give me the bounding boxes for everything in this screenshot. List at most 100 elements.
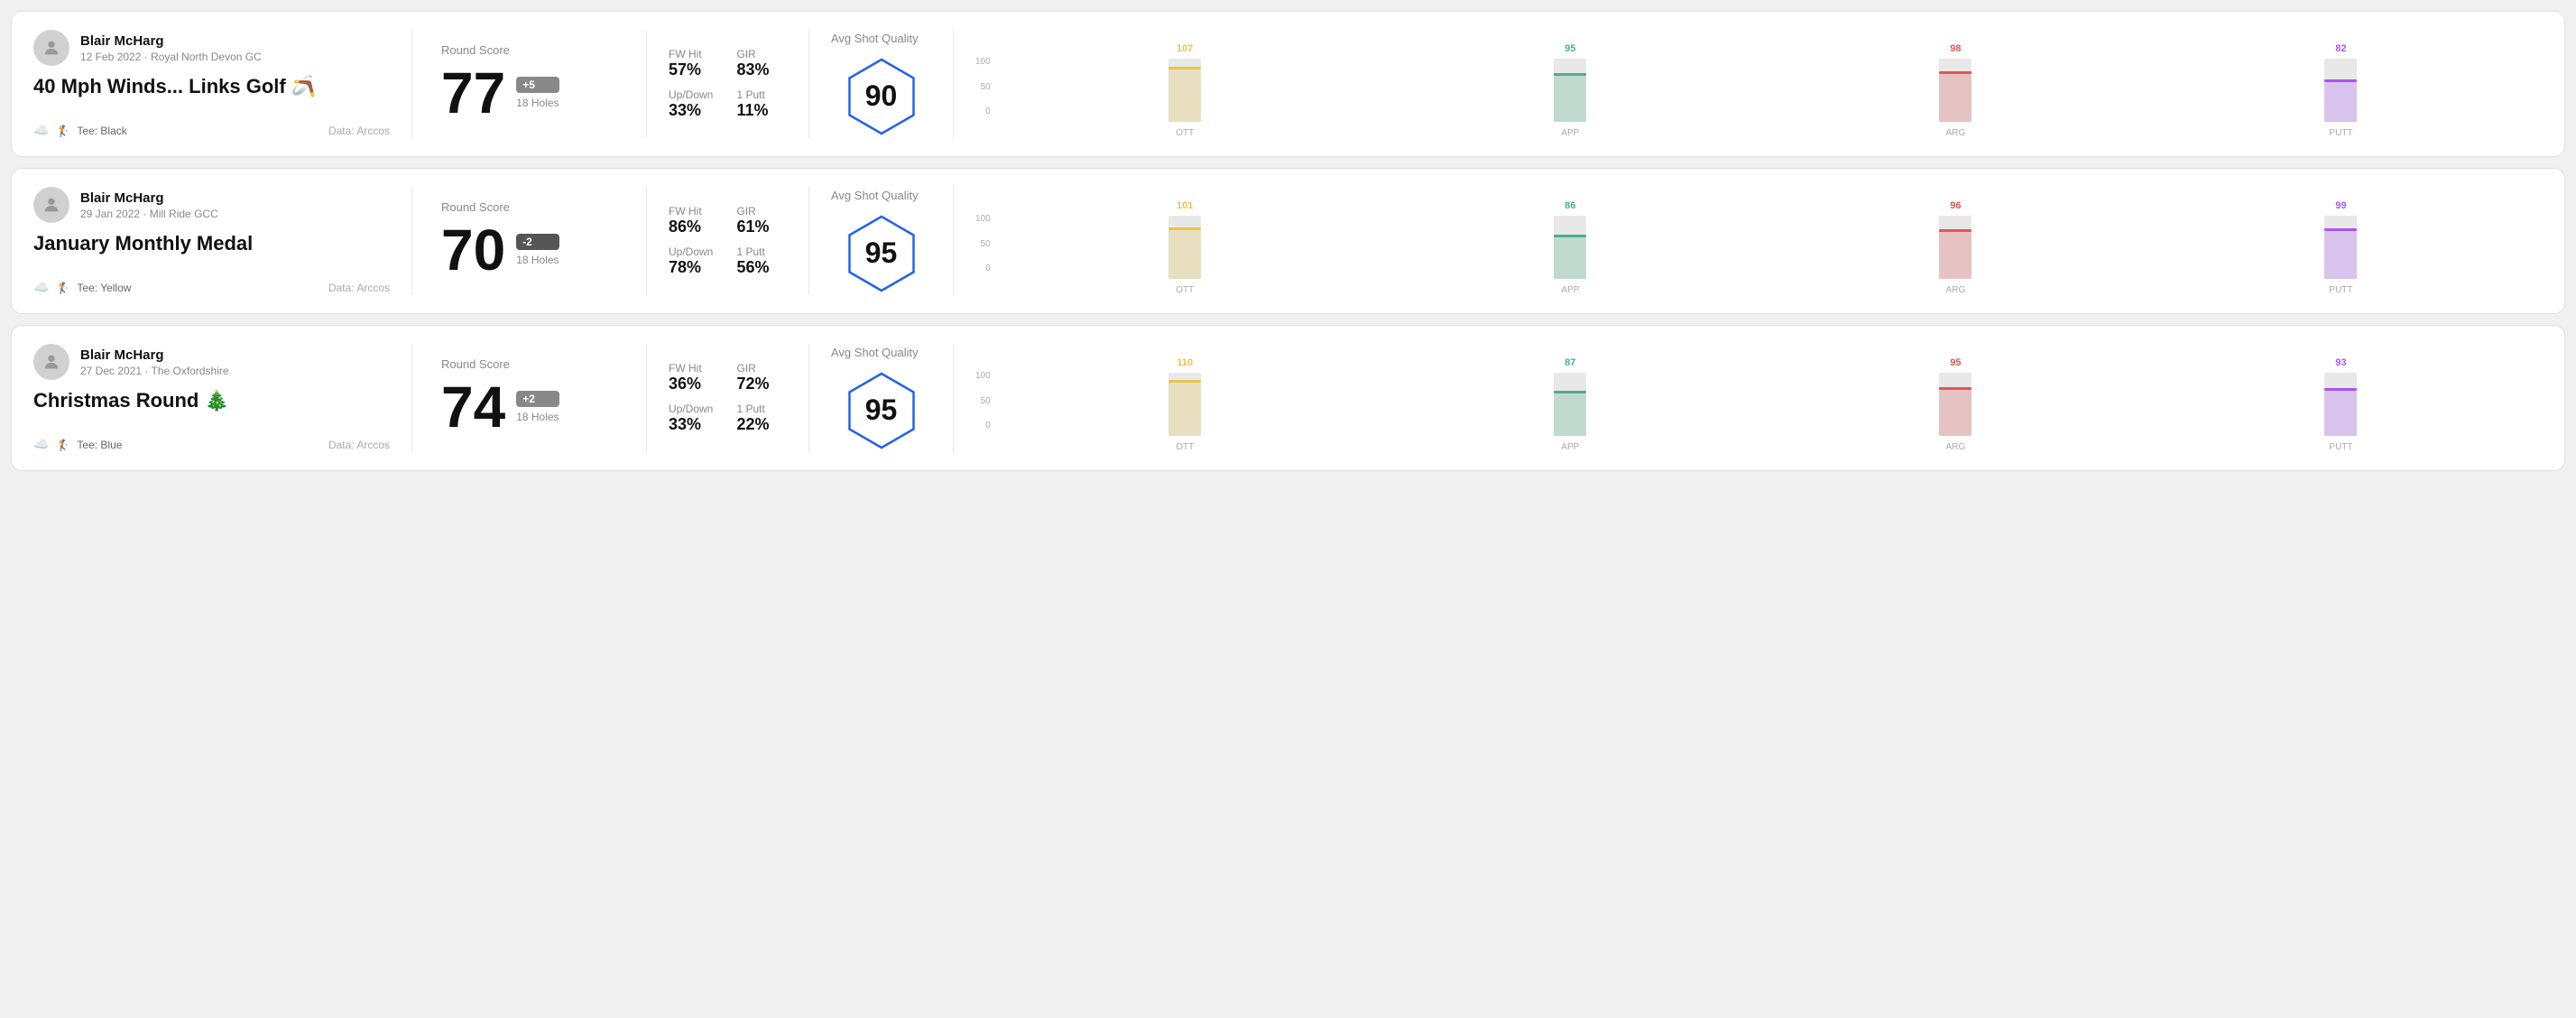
player-name: Blair McHarg (80, 347, 229, 363)
card-chart: 100 50 0 107 OTT 95 APP 98 (954, 30, 2543, 138)
updown-label: Up/Down (669, 88, 719, 101)
bar-value: 82 (2335, 43, 2346, 54)
tee-info: ☁️ 🏌️ Tee: Blue (33, 437, 122, 452)
stat-gir: GIR 72% (737, 362, 788, 393)
chart-y-axis: 100 50 0 (975, 57, 991, 138)
person-icon (42, 38, 61, 58)
card-stats: FW Hit 57% GIR 83% Up/Down 33% 1 Putt 11… (647, 30, 809, 138)
avatar (33, 187, 69, 223)
person-icon (42, 195, 61, 215)
bar-marker (2324, 79, 2357, 82)
stat-oneputt: 1 Putt 11% (737, 88, 788, 120)
bar-fill (1168, 383, 1201, 436)
chart-y-axis: 100 50 0 (975, 371, 991, 452)
card-left: Blair McHarg 12 Feb 2022 · Royal North D… (33, 30, 412, 138)
bar-marker (1554, 235, 1586, 237)
card-quality: Avg Shot Quality 90 (809, 30, 954, 138)
hexagon-wrapper: 95 (841, 370, 922, 451)
bars-wrapper: 107 OTT 95 APP 98 ARG 82 (991, 43, 2528, 138)
score-row: 70 -2 18 Holes (441, 221, 617, 279)
bar-x-label: PUTT (2329, 442, 2352, 452)
bag-icon: 🏌️ (56, 439, 69, 451)
oneputt-label: 1 Putt (737, 245, 788, 258)
quality-score: 95 (865, 393, 898, 427)
bar-value: 96 (1950, 200, 1961, 211)
person-icon (42, 352, 61, 372)
bar-fill (1939, 232, 1971, 279)
quality-label: Avg Shot Quality (831, 346, 919, 359)
bar-value: 101 (1177, 200, 1193, 211)
bar-group-putt: 82 PUTT (2154, 43, 2528, 138)
oneputt-label: 1 Putt (737, 88, 788, 101)
bar-marker (1554, 73, 1586, 76)
bag-icon: 🏌️ (56, 282, 69, 294)
player-info: Blair McHarg 12 Feb 2022 · Royal North D… (33, 30, 390, 66)
bar-group-putt: 93 PUTT (2154, 357, 2528, 452)
score-diff-badge: +5 (516, 77, 559, 93)
chart-y-axis: 100 50 0 (975, 214, 991, 295)
round-card: Blair McHarg 29 Jan 2022 · Mill Ride GCC… (11, 168, 2565, 314)
card-footer: ☁️ 🏌️ Tee: Black Data: Arccos (33, 123, 390, 138)
bar-value: 87 (1565, 357, 1575, 368)
holes-label: 18 Holes (516, 254, 559, 266)
score-row: 74 +2 18 Holes (441, 378, 617, 436)
avatar (33, 30, 69, 66)
stats-grid: FW Hit 57% GIR 83% Up/Down 33% 1 Putt 11… (669, 48, 787, 120)
bar-group-app: 86 APP (1383, 200, 1758, 295)
bar-container (1554, 59, 1586, 122)
bar-x-label: PUTT (2329, 285, 2352, 295)
stat-oneputt: 1 Putt 56% (737, 245, 788, 277)
data-source: Data: Arccos (328, 282, 390, 294)
card-stats: FW Hit 86% GIR 61% Up/Down 78% 1 Putt 56… (647, 187, 809, 295)
bar-group-arg: 98 ARG (1768, 43, 2143, 138)
holes-label: 18 Holes (516, 97, 559, 109)
bar-container (1168, 216, 1201, 279)
bar-fill (1939, 390, 1971, 436)
bar-x-label: APP (1561, 442, 1579, 452)
bar-fill (1554, 237, 1586, 279)
card-footer: ☁️ 🏌️ Tee: Yellow Data: Arccos (33, 280, 390, 295)
bar-fill (2324, 391, 2357, 436)
hexagon-wrapper: 95 (841, 213, 922, 294)
bar-marker (1939, 229, 1971, 232)
holes-label: 18 Holes (516, 411, 559, 423)
bar-fill (1554, 393, 1586, 436)
bar-value: 86 (1565, 200, 1575, 211)
bar-group-app: 87 APP (1383, 357, 1758, 452)
y-label-0: 0 (975, 106, 991, 116)
y-label-50: 50 (975, 82, 991, 92)
bar-container (1168, 59, 1201, 122)
score-badge-holes: +2 18 Holes (516, 391, 559, 423)
bar-value: 95 (1950, 357, 1961, 368)
updown-label: Up/Down (669, 403, 719, 415)
round-title: January Monthly Medal (33, 232, 390, 255)
bar-x-label: ARG (1946, 285, 1966, 295)
y-label-50: 50 (975, 239, 991, 249)
oneputt-value: 11% (737, 101, 788, 120)
quality-label: Avg Shot Quality (831, 189, 919, 202)
bar-group-arg: 95 ARG (1768, 357, 2143, 452)
bar-marker (2324, 388, 2357, 391)
player-name: Blair McHarg (80, 190, 218, 206)
bar-x-label: APP (1561, 128, 1579, 138)
bar-container (2324, 59, 2357, 122)
player-name: Blair McHarg (80, 33, 262, 49)
gir-value: 61% (737, 217, 788, 236)
bar-x-label: OTT (1176, 285, 1194, 295)
bar-marker (2324, 228, 2357, 231)
bar-fill (1554, 76, 1586, 122)
card-quality: Avg Shot Quality 95 (809, 187, 954, 295)
y-label-100: 100 (975, 57, 991, 67)
weather-icon: ☁️ (33, 437, 49, 452)
round-card: Blair McHarg 12 Feb 2022 · Royal North D… (11, 11, 2565, 157)
y-label-100: 100 (975, 214, 991, 224)
tee-label: Tee: Blue (77, 439, 122, 451)
bar-group-putt: 99 PUTT (2154, 200, 2528, 295)
tee-label: Tee: Black (77, 125, 126, 137)
bar-value: 107 (1177, 43, 1193, 54)
oneputt-value: 56% (737, 258, 788, 277)
data-source: Data: Arccos (328, 439, 390, 451)
hexagon-wrapper: 90 (841, 56, 922, 137)
gir-label: GIR (737, 362, 788, 375)
stat-gir: GIR 83% (737, 48, 788, 79)
